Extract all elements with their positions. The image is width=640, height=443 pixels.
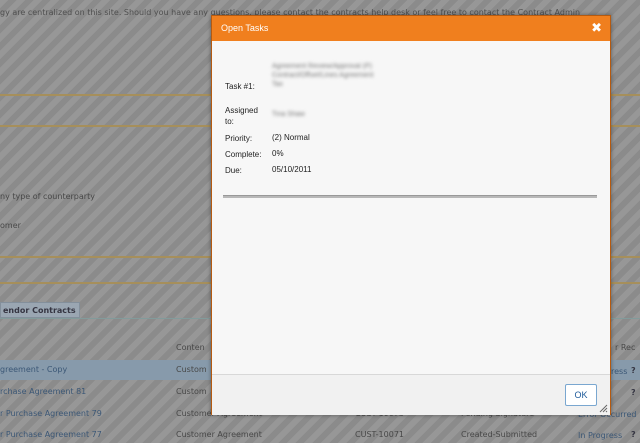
close-icon[interactable]: ✖ [591, 21, 602, 36]
ok-button[interactable]: OK [565, 384, 597, 406]
task-separator [223, 195, 597, 198]
complete-value: 0% [272, 149, 284, 158]
priority-value: (2) Normal [272, 133, 310, 142]
open-tasks-dialog: Open Tasks ✖ Task #1: Agreement Review/A… [211, 15, 611, 415]
task-value: Agreement Review/Approval (P) Contract/O… [272, 62, 373, 89]
dialog-content: Task #1: Agreement Review/Approval (P) C… [212, 41, 610, 374]
assigned-label: Assigned to: [225, 106, 258, 126]
assigned-value: Tina Shaw [272, 111, 305, 118]
dialog-footer: OK [212, 374, 610, 415]
due-label: Due: [225, 166, 242, 175]
task-value-line: Agreement Review/Approval (P) [272, 63, 372, 70]
priority-label: Priority: [225, 134, 253, 143]
dialog-titlebar[interactable]: Open Tasks ✖ [212, 16, 610, 41]
task-value-line: Tax [272, 81, 283, 88]
task-value-line: Contract/Offset/Lines Agreement [272, 72, 374, 79]
resize-grip-icon[interactable] [599, 404, 608, 413]
complete-label: Complete: [225, 150, 262, 159]
dialog-title: Open Tasks [221, 23, 269, 33]
due-value: 05/10/2011 [272, 165, 312, 174]
task-label: Task #1: [225, 82, 255, 91]
